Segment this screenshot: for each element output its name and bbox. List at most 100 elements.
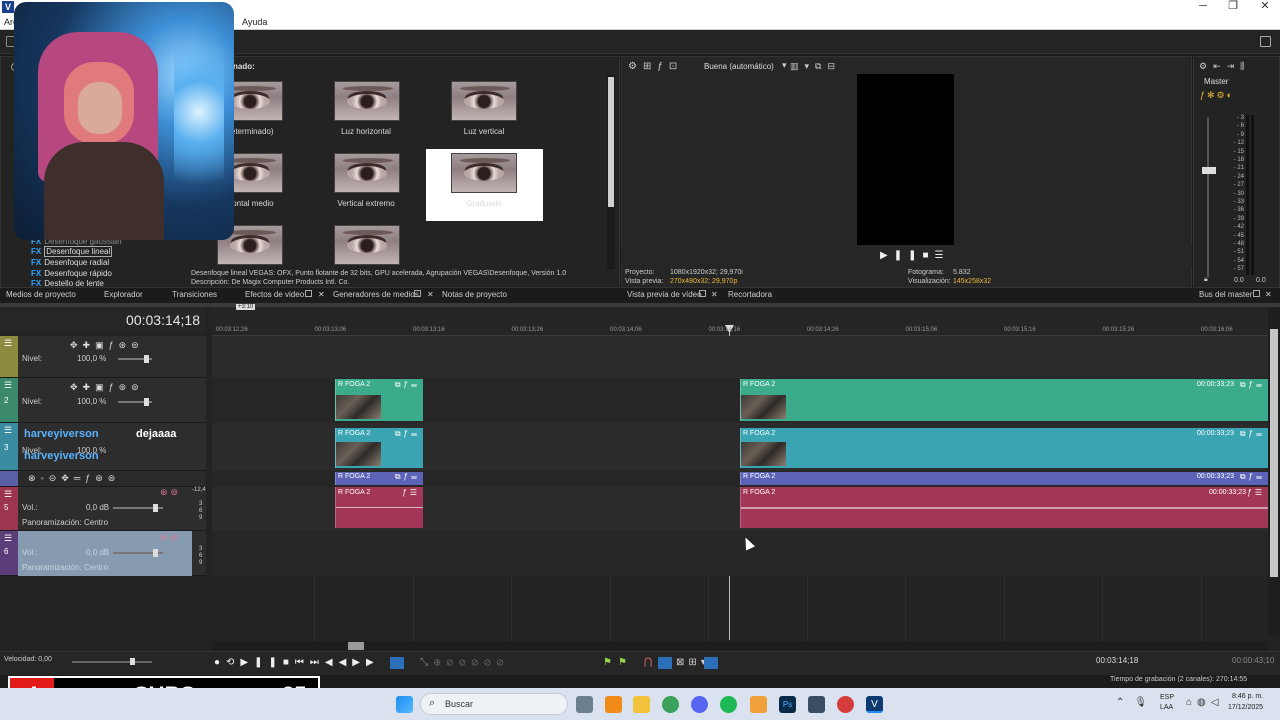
photoshop-icon[interactable]: Ps [779, 696, 796, 713]
timeline-vscroll[interactable] [1268, 307, 1280, 637]
windows-start-icon[interactable] [396, 696, 413, 713]
tab-video-preview[interactable]: Vista previa de vídeo [627, 290, 702, 299]
lang-code[interactable]: ESP [1160, 694, 1174, 701]
video-clip[interactable]: R FOGA 2 00:00:33;23 ⧉ƒ☰ [740, 379, 1268, 421]
snap-toggle-icon[interactable] [390, 657, 404, 669]
tab-video-fx[interactable]: Efectos de video [245, 290, 304, 299]
timeline-vscroll-thumb[interactable] [1270, 329, 1278, 577]
video-clip[interactable]: R FOGA 2 00:00:33;23 ⧉ƒ☰ [740, 472, 1268, 485]
track-header-5[interactable]: ☰ 5 ⊛⊜ -12,4 Vol.: 0,0 dB Panoramización… [0, 487, 206, 531]
track-vol-slider[interactable] [113, 549, 163, 557]
track-lane-6[interactable] [212, 531, 1268, 576]
track-controls[interactable]: ✥✚▣ƒ⊛⊜ [70, 340, 144, 351]
presets-scrollbar[interactable] [607, 75, 615, 269]
tab-generators-dock-icon[interactable] [414, 290, 421, 297]
video-clip[interactable]: R FOGA 2 00:00:33;23 ⧉ƒ☰ [740, 428, 1268, 468]
lock-icon[interactable]: 🔒︎ [1204, 276, 1208, 284]
fx-item[interactable]: FX Desenfoque radial [31, 258, 109, 267]
track-controls[interactable]: ✥✚▣ƒ⊛⊜ [70, 382, 144, 393]
preset-thumb-graduado[interactable] [451, 153, 517, 193]
clip-fx-icons[interactable]: ⧉ƒ☰ [395, 380, 420, 390]
track-menu-icon[interactable]: ☰ [4, 380, 12, 391]
tab-explorer[interactable]: Explorador [104, 290, 143, 299]
speed-slider[interactable] [72, 658, 152, 665]
preview-play-controls[interactable]: ▶❚❚■☰ [880, 250, 949, 261]
minimize-button[interactable]: ─ [1188, 0, 1218, 14]
track-header-4[interactable]: ⊗◦⊝✥═ƒ⊛⊜ [0, 471, 206, 487]
track-controls[interactable]: ⊗◦⊝✥═ƒ⊛⊜ [28, 473, 120, 484]
marker-icons[interactable]: ⚑⚑ [603, 657, 633, 668]
master-toolbar-icons[interactable]: ⚙⇤⇥⫼ [1199, 61, 1250, 72]
track-menu-icon[interactable]: ☰ [4, 489, 12, 500]
tab-trimmer[interactable]: Recortadora [728, 290, 772, 299]
maximize-button[interactable]: ❐ [1218, 0, 1248, 14]
track-menu-icon[interactable]: ☰ [4, 425, 12, 436]
tab-project-media[interactable]: Medios de proyecto [6, 290, 76, 299]
selection-tool-icon[interactable] [704, 657, 718, 669]
chrome-icon[interactable] [662, 696, 679, 713]
master-fader-track[interactable] [1207, 117, 1209, 277]
clip-fx-icons[interactable]: ⧉ƒ☰ [1240, 380, 1265, 390]
video-clip[interactable]: R FOGA 2 ⧉ƒ☰ [335, 472, 423, 485]
edit-tools-icons[interactable]: ⤡⊕⊘⊘⊘⊘⊘ [420, 657, 509, 668]
track-header-1[interactable]: ☰ ✥✚▣ƒ⊛⊜ Nivel: 100,0 % [0, 336, 206, 378]
track-menu-icon[interactable]: ☰ [4, 533, 12, 544]
preset-thumb-luz-vertical[interactable] [451, 81, 517, 121]
track-header-2[interactable]: ☰ 2 ✥✚▣ƒ⊛⊜ Nivel: 100,0 % [0, 378, 206, 423]
network-volume-icons[interactable]: ⌂◍◁ [1186, 697, 1223, 708]
clip-fx-icons[interactable]: ⧉ƒ☰ [1240, 429, 1265, 439]
clip-fx-icons[interactable]: ⧉ƒ☰ [395, 472, 420, 482]
transport-controls[interactable]: ●⟲▶❚❚■⏮⏭◀◀▶▶ [214, 657, 380, 668]
track-header-3[interactable]: ☰ 3 Nivel: 100,0 % harveyiverson dejaaaa… [0, 423, 206, 471]
discord-icon[interactable] [691, 696, 708, 713]
magnet-icon[interactable]: ⋂ [644, 657, 652, 668]
menu-help[interactable]: Ayuda [242, 17, 267, 27]
chevron-down-icon[interactable]: ▾ [782, 60, 787, 71]
region-marker[interactable]: +3:10 [236, 304, 256, 310]
tab-video-fx-close-icon[interactable]: ✕ [318, 290, 325, 299]
timeline-hscroll-thumb[interactable] [348, 642, 364, 650]
app-icon[interactable] [837, 696, 854, 713]
track-lane-1[interactable] [212, 336, 1268, 378]
track-vol-slider[interactable] [113, 504, 163, 512]
preset-thumb-vertical-extremo[interactable] [334, 153, 400, 193]
track-header-6[interactable]: ☰ 6 ⊛⊜ Vol.: 0,0 dB Panoramización: Cent… [0, 531, 206, 576]
preset-thumb-luz-horizontal[interactable] [334, 81, 400, 121]
auto-ripple-icon[interactable] [658, 657, 672, 669]
clock-date[interactable]: 17/12/2025 [1228, 704, 1263, 711]
lang-layout[interactable]: LAA [1160, 704, 1173, 711]
fx-item-selected[interactable]: FX Desenfoque lineal [31, 246, 113, 257]
track-level-slider[interactable] [118, 355, 152, 363]
video-clip[interactable]: R FOGA 2 ⧉ƒ☰ [335, 428, 423, 468]
master-fader-handle[interactable] [1202, 167, 1216, 174]
file-explorer-icon[interactable] [633, 696, 650, 713]
tab-media-generators[interactable]: Generadores de medios [333, 290, 419, 299]
clip-fx-icons[interactable]: ƒ☰ [1247, 488, 1265, 497]
tab-preview-close-icon[interactable]: ✕ [711, 290, 718, 299]
timeline-hscroll[interactable] [212, 641, 1268, 651]
clip-fx-icons[interactable]: ⧉ƒ☰ [1240, 472, 1265, 482]
task-view-icon[interactable] [576, 696, 593, 713]
tab-master-bus[interactable]: Bus del master [1199, 290, 1252, 299]
track-menu-icon[interactable]: ☰ [4, 338, 12, 349]
audio-clip[interactable]: R FOGA 2 ƒ☰ [335, 487, 423, 528]
app-icon[interactable] [808, 696, 825, 713]
app-icon[interactable] [750, 696, 767, 713]
quality-dropdown[interactable]: Buena (automático) [704, 62, 774, 71]
tab-transitions[interactable]: Transiciones [172, 290, 217, 299]
fx-item[interactable]: FX Desenfoque rápido [31, 269, 112, 278]
vlc-icon[interactable] [605, 696, 622, 713]
taskbar-search[interactable]: ⌕ Buscar [420, 693, 568, 715]
layout-icon[interactable] [1260, 36, 1271, 47]
tab-generators-close-icon[interactable]: ✕ [427, 290, 434, 299]
overlay-icons[interactable]: ▥▾⧉⊟ [790, 61, 841, 72]
clip-fx-icons[interactable]: ƒ☰ [402, 488, 420, 497]
preview-toolbar-icons[interactable]: ⚙⊞ƒ⊡ [628, 61, 683, 72]
track-mute-icons[interactable]: ⊛⊜ [160, 487, 181, 498]
master-fx-icons[interactable]: ƒ✻⚙◐ [1200, 90, 1234, 101]
tab-preview-dock-icon[interactable] [699, 290, 706, 297]
track-mute-icons[interactable]: ⊛⊜ [160, 532, 181, 543]
spotify-icon[interactable] [720, 696, 737, 713]
preset-thumb-row3-b[interactable] [334, 225, 400, 265]
tab-project-notes[interactable]: Notas de proyecto [442, 290, 507, 299]
